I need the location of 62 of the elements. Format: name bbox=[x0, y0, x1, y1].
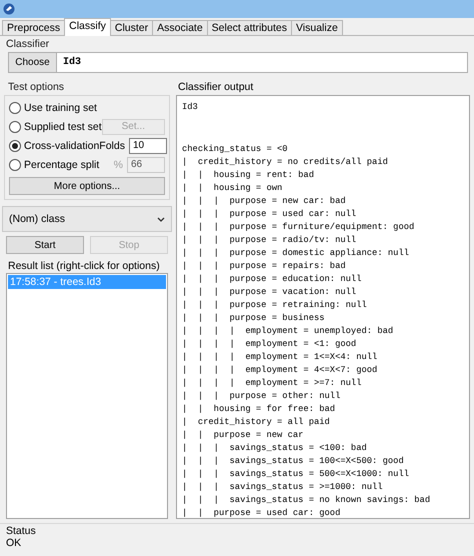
input-field[interactable]: 10 bbox=[128, 138, 167, 154]
output-line: | | | purpose = repairs: bad bbox=[182, 260, 347, 273]
classifier-name: Id3 bbox=[62, 56, 82, 70]
output-line: | | | savings_status = no known savings: bad bbox=[182, 494, 432, 507]
output-line: | | | purpose = retraining: null bbox=[182, 299, 368, 312]
output-line: | credit_history = all paid bbox=[182, 416, 331, 429]
output-line: | | | purpose = new car: bad bbox=[182, 195, 347, 208]
classifier-field[interactable]: Choose Id3 bbox=[8, 52, 468, 73]
tab[interactable]: Classify bbox=[64, 18, 111, 36]
output-line: | | | savings_status = >=1000: null bbox=[182, 481, 384, 494]
chevron-icon bbox=[157, 216, 165, 222]
radio-button[interactable] bbox=[9, 158, 21, 170]
output-line: | | | purpose = vacation: null bbox=[182, 286, 358, 299]
output-line: | | | savings_status = 100<=X<500: good bbox=[182, 455, 405, 468]
tab[interactable]: Cluster bbox=[110, 20, 154, 35]
output-line: | | | | employment = 4<=X<7: good bbox=[182, 364, 378, 377]
class-dropdown[interactable]: (Nom) class bbox=[2, 206, 172, 232]
output-line: | | | purpose = used car: null bbox=[182, 208, 358, 221]
radio-label[interactable]: Supplied test set bbox=[24, 120, 102, 132]
radio-label[interactable]: Cross-validation bbox=[24, 140, 100, 152]
tab[interactable]: Associate bbox=[152, 20, 208, 35]
radio-button[interactable] bbox=[9, 120, 21, 132]
radio-label[interactable]: Percentage split bbox=[24, 158, 100, 170]
group-title: Classifier output bbox=[177, 80, 254, 95]
status-title: Status bbox=[6, 525, 37, 537]
output-line: | | housing = own bbox=[182, 182, 284, 195]
output-line: | | housing = rent: bad bbox=[182, 169, 315, 182]
output-line: | | | savings_status = <100: bad bbox=[182, 442, 368, 455]
output-line: | | | savings_status = 500<=X<1000: null bbox=[182, 468, 410, 481]
radio-label[interactable]: Use training set bbox=[24, 102, 165, 114]
run-button[interactable]: Start bbox=[6, 236, 84, 254]
group-title: Test options bbox=[7, 80, 66, 95]
output-line: Id3 bbox=[182, 101, 199, 114]
output-line: | | | purpose = domestic appliance: null bbox=[182, 247, 410, 260]
output-line: | | purpose = used car: good bbox=[182, 507, 342, 518]
dropdown-value: (Nom) class bbox=[9, 213, 66, 225]
more-options-button[interactable]: More options... bbox=[9, 177, 165, 195]
group-title: Classifier bbox=[5, 37, 50, 52]
output-line: | | | | employment = >=7: null bbox=[182, 377, 362, 390]
output-line: checking_status = <0 bbox=[182, 143, 289, 156]
tab[interactable]: Preprocess bbox=[2, 20, 66, 35]
output-line: | | | purpose = other: null bbox=[182, 390, 342, 403]
output-line: | | | purpose = radio/tv: null bbox=[182, 234, 358, 247]
field-label: % bbox=[112, 158, 123, 170]
output-line: | | | | employment = 1<=X<4: null bbox=[182, 351, 378, 364]
output-line: | | | | employment = unemployed: bad bbox=[182, 325, 394, 338]
output-line: | | | | employment = <1: good bbox=[182, 338, 358, 351]
output-line: | | housing = for free: bad bbox=[182, 403, 336, 416]
output-line: | | | purpose = business bbox=[182, 312, 326, 325]
output-line: | | | purpose = education: null bbox=[182, 273, 362, 286]
tab[interactable]: Select attributes bbox=[206, 20, 292, 35]
output-line: | credit_history = no credits/all paid bbox=[182, 156, 389, 169]
group-title: Result list (right-click for options) bbox=[7, 259, 161, 273]
app-icon bbox=[3, 3, 15, 15]
field-label: Folds bbox=[99, 140, 125, 152]
output-line: | | | purpose = furniture/equipment: good bbox=[182, 221, 416, 234]
radio-button[interactable] bbox=[9, 102, 21, 114]
radio-button[interactable] bbox=[9, 140, 21, 152]
output-line: | | purpose = new car bbox=[182, 429, 304, 442]
choose-button[interactable]: Choose bbox=[9, 53, 57, 72]
status-text: OK bbox=[6, 537, 22, 549]
tab[interactable]: Visualize bbox=[290, 20, 343, 35]
